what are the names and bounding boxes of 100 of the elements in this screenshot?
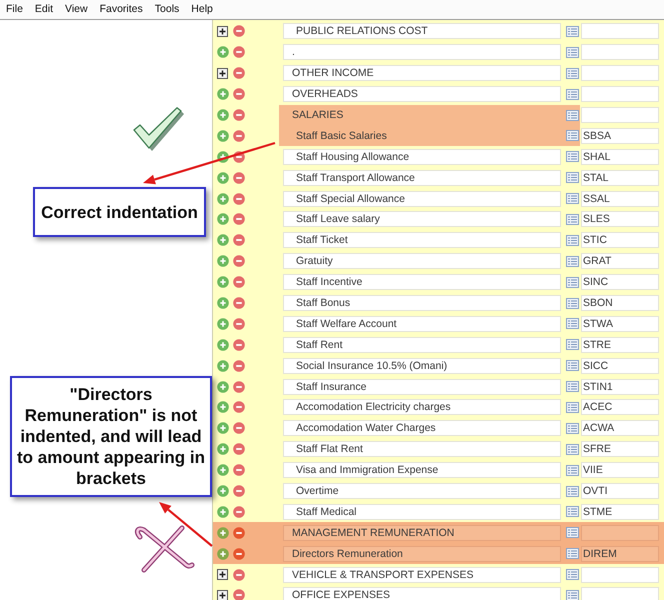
name-field[interactable]: SALARIES	[283, 107, 561, 123]
remove-icon[interactable]	[233, 422, 245, 434]
add-icon[interactable]	[217, 192, 229, 205]
name-field[interactable]: OFFICE EXPENSES	[283, 587, 561, 600]
code-field[interactable]: SINC	[581, 274, 659, 290]
code-field[interactable]: STAL	[581, 170, 659, 186]
add-icon[interactable]	[217, 338, 229, 351]
add-icon[interactable]	[217, 506, 229, 518]
remove-icon[interactable]	[233, 150, 245, 163]
remove-icon[interactable]	[233, 88, 245, 100]
add-icon[interactable]	[217, 422, 229, 434]
add-icon[interactable]	[217, 213, 229, 226]
remove-icon[interactable]	[233, 380, 245, 393]
list-icon[interactable]	[566, 464, 579, 476]
code-field[interactable]	[581, 44, 659, 60]
list-icon[interactable]	[566, 318, 579, 330]
code-field[interactable]: SLES	[581, 211, 659, 228]
code-field[interactable]: SFRE	[581, 441, 659, 458]
add-icon[interactable]	[217, 464, 229, 476]
name-field[interactable]: Staff Welfare Account	[283, 316, 561, 332]
menu-item[interactable]: Edit	[28, 1, 60, 18]
code-field[interactable]: GRAT	[581, 253, 659, 270]
name-field[interactable]: Staff Insurance	[283, 378, 561, 395]
name-field[interactable]: Staff Flat Rent	[283, 441, 561, 458]
list-icon[interactable]	[566, 172, 579, 184]
code-field[interactable]: STRE	[581, 336, 659, 353]
remove-icon[interactable]	[233, 67, 245, 80]
code-field[interactable]: SSAL	[581, 190, 659, 207]
add-icon[interactable]	[217, 318, 229, 330]
list-icon[interactable]	[566, 276, 579, 288]
name-field[interactable]: Staff Medical	[283, 504, 561, 520]
list-icon[interactable]	[566, 234, 579, 246]
menu-item[interactable]: Favorites	[94, 1, 149, 18]
add-icon[interactable]	[217, 485, 229, 498]
list-icon[interactable]	[566, 486, 579, 497]
list-icon[interactable]	[566, 256, 579, 267]
name-field[interactable]: Staff Transport Allowance	[283, 170, 561, 186]
code-field[interactable]	[581, 107, 659, 123]
code-field[interactable]	[581, 23, 659, 40]
code-field[interactable]: SHAL	[581, 148, 659, 165]
list-icon[interactable]	[566, 110, 579, 120]
menu-item[interactable]: View	[59, 1, 94, 18]
name-field[interactable]: Directors Remuneration	[283, 546, 561, 562]
add-icon[interactable]	[217, 443, 229, 456]
add-icon[interactable]	[217, 548, 229, 560]
remove-icon[interactable]	[233, 360, 245, 372]
code-field[interactable]: ACWA	[581, 420, 659, 436]
remove-icon[interactable]	[233, 526, 245, 539]
remove-icon[interactable]	[233, 276, 245, 288]
add-icon[interactable]	[217, 88, 229, 100]
name-field[interactable]: Overtime	[283, 483, 561, 500]
add-icon[interactable]	[217, 172, 229, 184]
name-field[interactable]: OVERHEADS	[283, 86, 561, 102]
name-field[interactable]: Accomodation Water Charges	[283, 420, 561, 436]
add-icon[interactable]	[217, 46, 229, 58]
list-icon[interactable]	[566, 88, 579, 100]
add-icon[interactable]	[217, 297, 229, 310]
list-icon[interactable]	[566, 548, 579, 560]
remove-icon[interactable]	[233, 255, 245, 268]
add-icon[interactable]	[217, 109, 229, 121]
list-icon[interactable]	[566, 214, 579, 225]
code-field[interactable]: DIREM	[581, 546, 659, 562]
add-icon[interactable]	[217, 526, 229, 539]
name-field[interactable]: Staff Basic Salaries	[283, 128, 561, 144]
code-field[interactable]	[581, 587, 659, 600]
code-field[interactable]: STIN1	[581, 378, 659, 395]
code-field[interactable]: VIIE	[581, 462, 659, 478]
name-field[interactable]: MANAGEMENT REMUNERATION	[283, 524, 561, 541]
name-field[interactable]: Staff Special Allowance	[283, 190, 561, 207]
list-icon[interactable]	[566, 402, 579, 413]
add-icon[interactable]	[217, 130, 229, 142]
list-icon[interactable]	[566, 422, 579, 434]
name-field[interactable]: Staff Rent	[283, 336, 561, 353]
name-field[interactable]: Social Insurance 10.5% (Omani)	[283, 358, 561, 374]
add-icon[interactable]	[217, 401, 229, 414]
list-icon[interactable]	[566, 46, 579, 58]
name-field[interactable]: VEHICLE & TRANSPORT EXPENSES	[283, 566, 561, 583]
remove-icon[interactable]	[233, 338, 245, 351]
code-field[interactable]: STWA	[581, 316, 659, 332]
add-icon[interactable]	[217, 234, 229, 246]
expand-icon[interactable]	[217, 569, 228, 580]
remove-icon[interactable]	[233, 506, 245, 518]
remove-icon[interactable]	[233, 172, 245, 184]
remove-icon[interactable]	[233, 25, 245, 38]
add-icon[interactable]	[217, 276, 229, 288]
expand-icon[interactable]	[217, 26, 228, 37]
remove-icon[interactable]	[233, 130, 245, 142]
add-icon[interactable]	[217, 380, 229, 393]
remove-icon[interactable]	[233, 109, 245, 121]
code-field[interactable]: SBON	[581, 295, 659, 312]
list-icon[interactable]	[566, 506, 579, 518]
name-field[interactable]: Gratuity	[283, 253, 561, 270]
name-field[interactable]: Visa and Immigration Expense	[283, 462, 561, 478]
list-icon[interactable]	[566, 151, 579, 162]
code-field[interactable]: SBSA	[581, 128, 659, 144]
code-field[interactable]: SICC	[581, 358, 659, 374]
code-field[interactable]: ACEC	[581, 399, 659, 416]
list-icon[interactable]	[566, 298, 579, 309]
list-icon[interactable]	[566, 590, 579, 600]
code-field[interactable]: STME	[581, 504, 659, 520]
